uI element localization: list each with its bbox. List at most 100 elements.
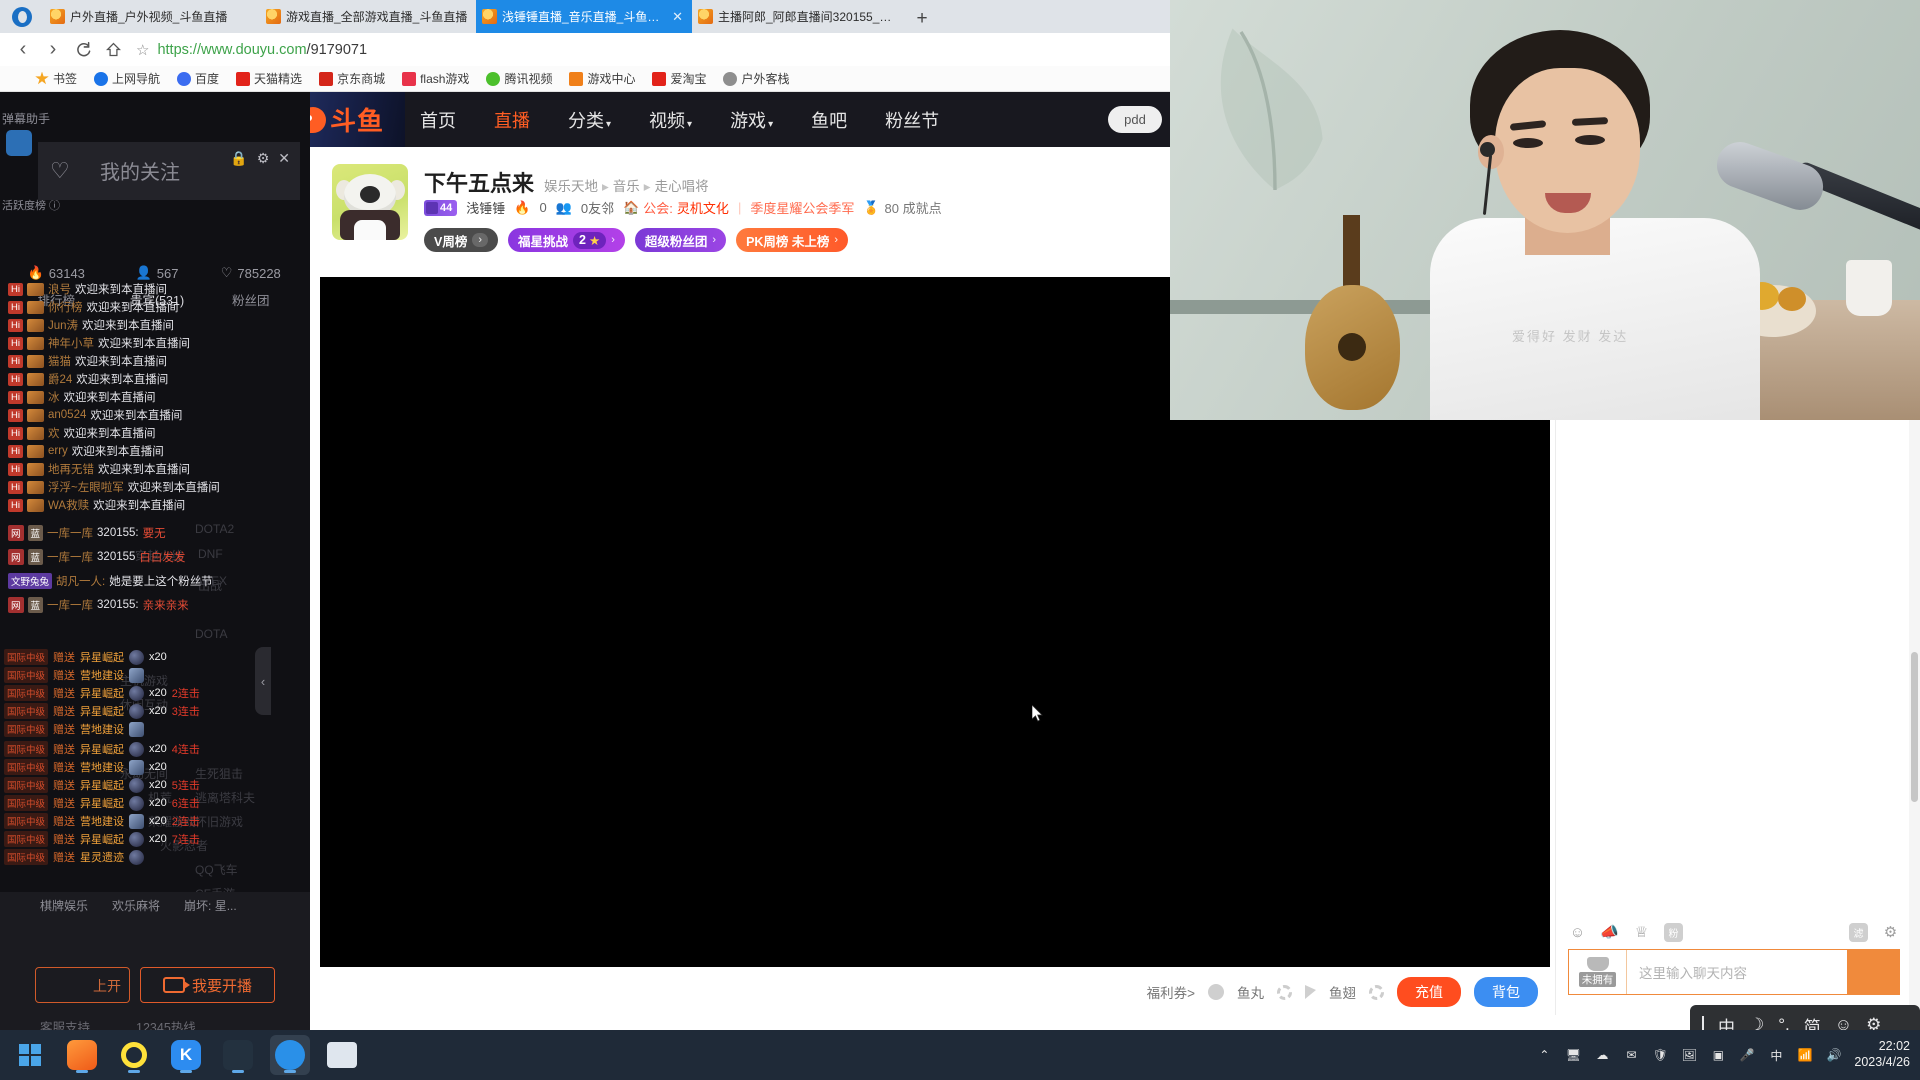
- nav-item-fishbar[interactable]: 鱼吧: [811, 107, 847, 133]
- emoji-icon[interactable]: ☺: [1568, 923, 1587, 942]
- chat-input-wrap[interactable]: 未拥有 这里输入聊天内容: [1568, 949, 1900, 995]
- welfare-link[interactable]: 福利券>: [1147, 982, 1195, 1002]
- browser-tab-1[interactable]: 户外直播_户外视频_斗鱼直播: [44, 0, 260, 33]
- nav-item-video[interactable]: 视频 ▾: [649, 107, 692, 133]
- mic-icon[interactable]: 🎤: [1738, 1046, 1756, 1064]
- new-tab-button[interactable]: +: [908, 5, 936, 33]
- browser-o-app[interactable]: [114, 1035, 154, 1075]
- message-username[interactable]: 浪号: [48, 281, 71, 297]
- message-username[interactable]: WA救赎: [48, 497, 89, 513]
- tray-ime-label[interactable]: 中: [1767, 1046, 1785, 1064]
- v-weekly-rank-badge[interactable]: V周榜 ›: [424, 228, 499, 252]
- nav-item-fanfest[interactable]: 粉丝节: [885, 107, 939, 133]
- settings-icon[interactable]: ⚙: [1881, 923, 1900, 942]
- message-username[interactable]: Jun涛: [48, 317, 78, 333]
- wifi-icon[interactable]: 📶: [1796, 1046, 1814, 1064]
- back-icon[interactable]: ‹: [10, 37, 36, 63]
- shield-icon[interactable]: 🛡: [1651, 1046, 1669, 1064]
- clock[interactable]: 22:02 2023/4/26: [1854, 1039, 1910, 1070]
- category-item[interactable]: 棋牌娱乐: [40, 897, 88, 914]
- start-stream-button[interactable]: 我要开播: [140, 967, 275, 1003]
- browser-tab-3-active[interactable]: 浅锤锤直播_音乐直播_斗鱼直播 ✕: [476, 0, 692, 33]
- tab-fanclub[interactable]: 粉丝团: [202, 290, 300, 309]
- refresh-yuchi-icon[interactable]: [1369, 984, 1384, 1000]
- nav-item-live[interactable]: 直播: [494, 107, 530, 133]
- browser-tab-2[interactable]: 游戏直播_全部游戏直播_斗鱼直播: [260, 0, 476, 33]
- account-badge[interactable]: pdd: [1108, 106, 1162, 133]
- clock-icon[interactable]: [6, 130, 32, 156]
- breadcrumb-item-2[interactable]: 音乐: [613, 179, 640, 194]
- bookmark-item[interactable]: 上网导航: [87, 68, 167, 89]
- chat-input[interactable]: 这里输入聊天内容: [1627, 950, 1847, 994]
- noble-icon[interactable]: ♕: [1632, 923, 1651, 942]
- message-username[interactable]: 一库一库: [47, 549, 93, 565]
- forward-icon[interactable]: ›: [40, 37, 66, 63]
- recharge-button[interactable]: 充值: [1397, 977, 1461, 1007]
- bookmark-item[interactable]: 腾讯视频: [479, 68, 559, 89]
- editor-app[interactable]: [218, 1035, 258, 1075]
- bag-button[interactable]: 背包: [1474, 977, 1538, 1007]
- bookmark-star-icon[interactable]: ☆: [136, 41, 149, 59]
- taobao-app[interactable]: [62, 1035, 102, 1075]
- close-tab-icon[interactable]: ✕: [669, 9, 686, 25]
- message-username[interactable]: 冰: [48, 389, 60, 405]
- send-button[interactable]: [1847, 950, 1899, 994]
- footer-link-support[interactable]: 客服支持: [40, 1017, 90, 1030]
- nav-item-home[interactable]: 首页: [420, 107, 456, 133]
- bookmark-item[interactable]: 书签: [28, 68, 84, 89]
- nav-item-games[interactable]: 游戏 ▾: [730, 107, 773, 133]
- qq-browser-app[interactable]: [270, 1035, 310, 1075]
- monitor-icon[interactable]: 🖥: [1564, 1046, 1582, 1064]
- bookmark-item[interactable]: 京东商城: [312, 68, 392, 89]
- message-username[interactable]: 胡凡一人:: [56, 573, 105, 589]
- photo-icon[interactable]: 🖼: [1680, 1046, 1698, 1064]
- bookmark-item[interactable]: 户外客栈: [716, 68, 796, 89]
- message-username[interactable]: 你行榜: [48, 299, 83, 315]
- bookmark-item[interactable]: 天猫精选: [229, 68, 309, 89]
- secondary-start-button[interactable]: 上开: [35, 967, 130, 1003]
- guild-info[interactable]: 🏠 公会: 灵机文化: [623, 198, 729, 217]
- achievement-info[interactable]: 🏅 80 成就点: [863, 198, 941, 217]
- app-icon[interactable]: ▣: [1709, 1046, 1727, 1064]
- browser-tab-4[interactable]: 主播阿郎_阿郎直播间320155_户外直: [692, 0, 908, 33]
- nav-item-category[interactable]: 分类 ▾: [568, 107, 611, 133]
- refresh-yuwan-icon[interactable]: [1277, 984, 1292, 1000]
- panel-collapse-handle[interactable]: ‹: [255, 647, 271, 715]
- home-icon[interactable]: [100, 37, 126, 63]
- message-username[interactable]: 爵24: [48, 371, 72, 387]
- close-icon[interactable]: ✕: [278, 150, 290, 167]
- start-button[interactable]: [10, 1035, 50, 1075]
- chevron-up-icon[interactable]: ⌃: [1535, 1046, 1553, 1064]
- volume-icon[interactable]: 🔊: [1825, 1046, 1843, 1064]
- footer-link-hotline[interactable]: 12345热线: [136, 1017, 196, 1030]
- reload-icon[interactable]: [70, 37, 96, 63]
- super-fan-club-badge[interactable]: 超级粉丝团 ›: [634, 228, 727, 252]
- site-logo[interactable]: 斗鱼: [300, 101, 384, 138]
- message-username[interactable]: 猫猫: [48, 353, 71, 369]
- mail-icon[interactable]: ✉: [1622, 1046, 1640, 1064]
- message-username[interactable]: 欢: [48, 425, 60, 441]
- breadcrumb-item-3[interactable]: 走心唱将: [655, 179, 709, 194]
- kingsoft-app[interactable]: K: [166, 1035, 206, 1075]
- filter-icon[interactable]: 滤: [1849, 922, 1868, 942]
- horn-icon[interactable]: 📣: [1600, 923, 1619, 942]
- fans-icon[interactable]: 粉: [1664, 922, 1683, 942]
- category-item[interactable]: 欢乐麻将: [112, 897, 160, 914]
- avatar[interactable]: [332, 164, 408, 240]
- category-item[interactable]: 崩坏: 星...: [184, 897, 237, 914]
- bookmark-item[interactable]: 游戏中心: [562, 68, 642, 89]
- lock-icon[interactable]: 🔒: [230, 150, 247, 167]
- gear-icon[interactable]: ⚙: [257, 150, 270, 167]
- bookmark-item[interactable]: 百度: [170, 68, 226, 89]
- message-username[interactable]: 一库一库: [47, 597, 93, 613]
- message-username[interactable]: an0524: [48, 409, 86, 421]
- bookmark-item[interactable]: flash游戏: [395, 68, 476, 89]
- scrollbar-thumb[interactable]: [1911, 652, 1918, 802]
- message-username[interactable]: 一库一库: [47, 525, 93, 541]
- lucky-challenge-badge[interactable]: 福星挑战 2 ★ ›: [508, 228, 625, 252]
- breadcrumb-item-1[interactable]: 娱乐天地: [544, 179, 598, 194]
- fan-badge-slot[interactable]: 未拥有: [1569, 950, 1627, 994]
- message-username[interactable]: 浮浮~左眼啦军: [48, 479, 124, 495]
- pk-weekly-rank-badge[interactable]: PK周榜 未上榜 ›: [736, 228, 849, 252]
- window-app[interactable]: [322, 1035, 362, 1075]
